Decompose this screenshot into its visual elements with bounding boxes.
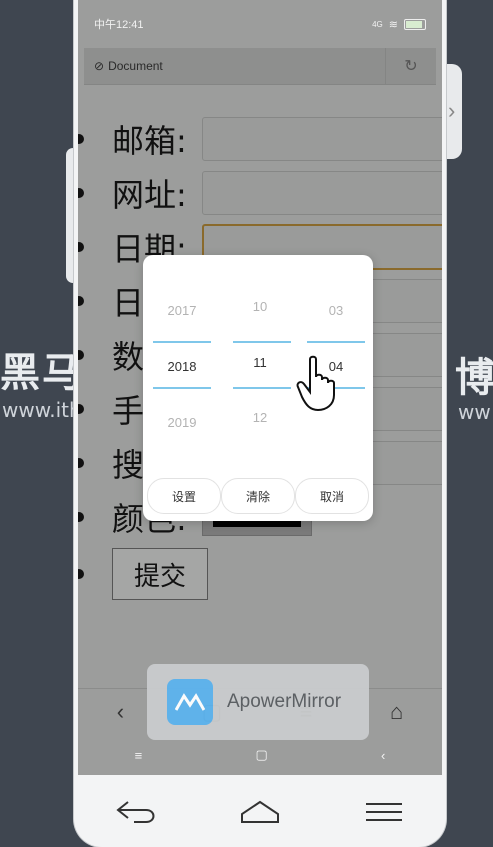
status-time: 中午12:41 [94, 19, 144, 31]
month-option[interactable]: 12 [225, 410, 295, 425]
year-selection-line-top [153, 341, 211, 343]
bullet-icon [78, 512, 84, 522]
clear-button[interactable]: 清除 [221, 478, 295, 514]
home-house-icon[interactable] [238, 798, 282, 826]
month-option[interactable]: 10 [225, 299, 295, 314]
day-option[interactable]: 03 [301, 303, 371, 318]
chevron-right-icon[interactable]: › [448, 98, 455, 124]
list-item: 提交 [78, 544, 442, 604]
bullet-icon [78, 296, 84, 306]
month-selection-line-top [233, 341, 291, 343]
mirror-app-toast: ApowerMirror [147, 664, 369, 740]
signal-icon: 4G [372, 19, 383, 29]
back-arrow-icon[interactable] [114, 798, 158, 826]
date2-label: 日 [112, 284, 145, 322]
wifi-icon: ≋ [388, 18, 398, 31]
bullet-icon [78, 404, 84, 414]
home-icon[interactable]: ⌂ [390, 699, 403, 725]
status-bar: 中午12:41 4G ≋ [78, 0, 442, 48]
home-button-icon[interactable]: ▢ [255, 747, 267, 763]
pointer-hand-icon [296, 355, 335, 411]
number-label: 数 [112, 338, 145, 376]
year-option[interactable]: 2019 [147, 415, 217, 430]
year-selection-line-bottom [153, 387, 211, 389]
month-selection-line-bottom [233, 387, 291, 389]
picker-buttons: 设置 清除 取消 [147, 478, 369, 514]
bullet-icon [78, 350, 84, 360]
reload-button[interactable]: ↻ [385, 48, 436, 84]
background-url-right: ww [458, 400, 491, 424]
set-button[interactable]: 设置 [147, 478, 221, 514]
back-icon[interactable]: ‹ [117, 699, 124, 725]
background-logo-left: 黑马 [0, 350, 84, 396]
mountain-logo-icon [175, 693, 205, 711]
system-nav-bar: ≡ ▢ ‹ [78, 738, 442, 772]
recents-icon[interactable]: ≡ [135, 748, 143, 763]
phone-hardware-nav [74, 776, 446, 847]
email-field[interactable] [202, 117, 442, 161]
search-label: 搜 [112, 446, 145, 484]
bullet-icon [78, 188, 84, 198]
browser-title-bar: ⊘ Document ↻ [84, 48, 436, 85]
battery-icon [404, 18, 426, 30]
phone-label: 手 [112, 392, 145, 430]
menu-lines-icon[interactable] [362, 798, 406, 826]
page-title: ⊘ Document [84, 59, 385, 73]
submit-button[interactable]: 提交 [112, 548, 208, 600]
bullet-icon [78, 134, 84, 144]
page-icon: ⊘ [94, 59, 105, 73]
url-field[interactable] [202, 171, 442, 215]
background-logo-right: 博 [455, 355, 493, 401]
apowermirror-logo-icon [167, 679, 213, 725]
page-title-text: Document [108, 59, 163, 73]
bullet-icon [78, 242, 84, 252]
month-option-selected[interactable]: 11 [225, 355, 295, 370]
bullet-icon [78, 458, 84, 468]
url-label: 网址: [112, 176, 187, 214]
list-item: 邮箱: [78, 112, 442, 166]
status-icons: 4G ≋ [372, 18, 426, 31]
list-item: 网址: [78, 166, 442, 220]
day-selection-line-top [307, 341, 365, 343]
cancel-button[interactable]: 取消 [295, 478, 369, 514]
back-button-icon[interactable]: ‹ [381, 748, 385, 763]
background-url-left: www.ith [2, 398, 82, 422]
reload-icon: ↻ [404, 58, 418, 75]
year-option[interactable]: 2017 [147, 303, 217, 318]
email-label: 邮箱: [112, 122, 187, 160]
toast-app-name: ApowerMirror [227, 691, 342, 712]
bullet-icon [78, 569, 84, 579]
year-option-selected[interactable]: 2018 [147, 359, 217, 374]
